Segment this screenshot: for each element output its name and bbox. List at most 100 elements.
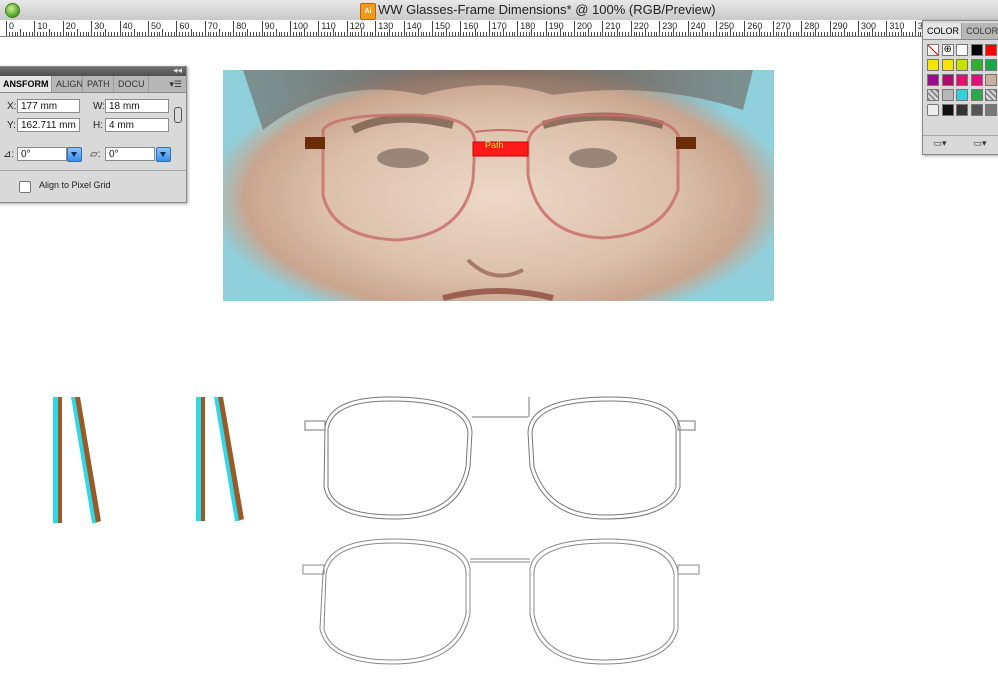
ruler-minor-tick	[696, 32, 698, 36]
panel-divider	[0, 170, 186, 171]
h-field[interactable]: 4 mm	[105, 118, 169, 132]
ruler-minor-tick	[911, 32, 913, 36]
tab-transform[interactable]: ANSFORM	[0, 76, 52, 92]
color-swatch[interactable]	[927, 104, 939, 116]
ruler-minor-tick	[727, 32, 729, 36]
color-swatch[interactable]	[970, 104, 983, 116]
color-swatch[interactable]	[985, 59, 997, 71]
ruler-minor-tick	[542, 32, 544, 36]
ruler-minor-tick	[111, 32, 113, 36]
ruler-major-tick	[886, 21, 888, 36]
ruler-minor-tick	[559, 29, 561, 36]
ruler-minor-tick	[520, 32, 522, 36]
illustrator-doc-icon: Ai	[360, 3, 376, 20]
color-swatch[interactable]	[970, 89, 983, 101]
ruler-minor-tick	[437, 32, 439, 36]
tab-align[interactable]: ALIGN	[52, 76, 83, 92]
temple-arms-group-1[interactable]	[50, 393, 110, 528]
align-pixel-grid-checkbox[interactable]	[19, 181, 31, 193]
color-swatch[interactable]	[985, 104, 997, 116]
ruler-minor-tick	[707, 32, 709, 36]
tab-color-2[interactable]: COLOR	[962, 23, 998, 39]
ruler-minor-tick	[253, 32, 255, 36]
ruler-minor-tick	[236, 32, 238, 36]
color-panel[interactable]: COLOR COLOR ⊕ ▭▾ ▭▾	[922, 20, 998, 155]
ruler-minor-tick	[650, 32, 652, 36]
panel-grip[interactable]: ◂◂	[0, 65, 186, 76]
ruler-minor-tick	[11, 32, 13, 36]
color-swatch[interactable]	[941, 89, 954, 101]
shear-field[interactable]: 0°	[105, 147, 155, 161]
ruler-minor-tick	[190, 29, 192, 36]
ruler-minor-tick	[795, 32, 797, 36]
ruler-minor-tick	[627, 32, 629, 36]
color-swatch[interactable]	[956, 104, 968, 116]
ruler-minor-tick	[457, 32, 459, 36]
shear-dropdown-button[interactable]	[156, 147, 171, 162]
color-swatch[interactable]	[970, 44, 983, 56]
ruler-minor-tick	[758, 29, 760, 36]
ruler-minor-tick	[392, 32, 394, 36]
tab-color-1[interactable]: COLOR	[923, 23, 963, 39]
constrain-proportions-icon[interactable]	[174, 107, 182, 123]
color-swatch[interactable]	[985, 44, 997, 56]
ruler-minor-tick	[468, 32, 470, 36]
window-zoom-button[interactable]	[5, 3, 20, 18]
color-swatch[interactable]	[941, 74, 954, 86]
transform-panel[interactable]: ◂◂ ANSFORM ALIGN PATH DOCU ▾☰ X: 177 mm …	[0, 65, 187, 203]
ruler-label: 80	[236, 21, 247, 31]
ruler-minor-tick	[105, 29, 107, 36]
w-field[interactable]: 18 mm	[105, 99, 169, 113]
ruler-minor-tick	[823, 32, 825, 36]
ruler-minor-tick	[343, 32, 345, 36]
tab-document-info[interactable]: DOCU	[114, 76, 149, 92]
ruler-minor-tick	[645, 29, 646, 36]
color-swatch[interactable]	[941, 104, 954, 116]
ruler-minor-tick	[179, 32, 181, 36]
swatch-library-icon[interactable]: ▭▾	[927, 137, 953, 150]
ruler-minor-tick	[616, 29, 618, 36]
color-swatch[interactable]	[956, 44, 968, 56]
color-swatch[interactable]	[985, 89, 997, 101]
color-swatch[interactable]	[927, 74, 939, 86]
ruler-label: 10	[37, 21, 48, 31]
ruler-minor-tick	[500, 32, 502, 36]
ruler-minor-tick	[653, 32, 655, 36]
ruler-minor-tick	[693, 32, 695, 36]
frame-outline-2[interactable]	[298, 534, 703, 669]
swatch-options-icon[interactable]: ▭▾	[967, 137, 993, 150]
reference-photo[interactable]: Path	[223, 70, 774, 301]
ruler-minor-tick	[684, 32, 686, 36]
ruler-minor-tick	[889, 32, 891, 36]
horizontal-ruler[interactable]: 0 10 20 30 40 50 60 70 80 90 100 110 120 130 140 150 160…	[0, 20, 998, 37]
ruler-minor-tick	[764, 32, 766, 36]
ruler-minor-tick	[372, 32, 374, 36]
y-field[interactable]: 162.711 mm	[17, 118, 80, 132]
ruler-minor-tick	[247, 29, 249, 36]
ruler-minor-tick	[494, 32, 496, 36]
ruler-minor-tick	[122, 32, 124, 36]
color-swatch[interactable]	[956, 89, 968, 101]
collapse-arrows-icon[interactable]: ◂◂	[173, 65, 182, 76]
color-swatch[interactable]	[985, 74, 997, 86]
x-field[interactable]: 177 mm	[17, 99, 80, 113]
tab-pathfinder[interactable]: PATH	[83, 76, 114, 92]
color-swatch[interactable]	[927, 89, 939, 101]
frame-outline-1[interactable]	[300, 392, 700, 527]
rotate-dropdown-button[interactable]	[67, 147, 82, 162]
color-swatch[interactable]	[970, 59, 983, 71]
color-swatch[interactable]	[927, 59, 939, 71]
color-swatch[interactable]: ⊕	[941, 44, 954, 56]
rotate-field[interactable]: 0°	[17, 147, 67, 161]
ruler-minor-tick	[855, 32, 857, 36]
ruler-minor-tick	[877, 32, 879, 36]
panel-menu-icon[interactable]: ▾☰	[149, 76, 186, 92]
color-swatch[interactable]	[956, 59, 968, 71]
color-swatch[interactable]	[941, 59, 954, 71]
color-swatch[interactable]	[970, 74, 983, 86]
temple-arms-group-2[interactable]	[193, 393, 253, 528]
ruler-major-tick	[801, 21, 803, 36]
ruler-label: 220	[633, 21, 649, 31]
color-swatch[interactable]	[956, 74, 968, 86]
color-swatch[interactable]	[927, 44, 939, 56]
